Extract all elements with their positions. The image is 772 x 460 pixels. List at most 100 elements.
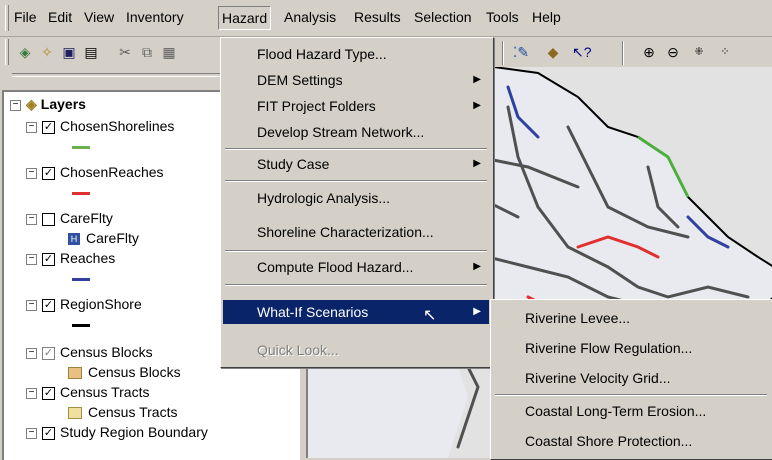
- submenu-item-riverine-velocity-grid[interactable]: Riverine Velocity Grid...: [493, 366, 769, 390]
- menu-file[interactable]: File: [14, 9, 37, 25]
- collapse-icon[interactable]: −: [26, 121, 37, 133]
- menu-edit[interactable]: Edit: [48, 9, 72, 25]
- layer-checkbox[interactable]: ✓: [42, 120, 55, 134]
- submenu-arrow-icon: ▶: [473, 74, 481, 85]
- collapse-icon[interactable]: −: [26, 167, 37, 179]
- collapse-icon[interactable]: −: [26, 347, 37, 359]
- menu-analysis[interactable]: Analysis: [284, 9, 336, 25]
- layer-label: Reaches: [60, 250, 116, 266]
- zoom-in-icon[interactable]: ⊕: [640, 43, 658, 61]
- menu-hazard[interactable]: Hazard: [218, 6, 272, 30]
- toolbar-separator: [622, 41, 624, 65]
- menu-separator: [225, 180, 487, 182]
- menu-item-study-case[interactable]: Study Case ▶: [223, 152, 489, 176]
- editor-icon[interactable]: ⁚✎: [512, 43, 530, 61]
- legend-line-red: [72, 192, 90, 195]
- layer-checkbox[interactable]: ✓: [42, 386, 55, 400]
- toc-root[interactable]: − ◈ Layers: [10, 96, 86, 114]
- collapse-icon[interactable]: −: [10, 99, 21, 111]
- layer-label: Census Tracts: [60, 384, 150, 400]
- layer-item[interactable]: − CareFlty: [26, 210, 113, 228]
- legend-line-black: [72, 324, 90, 327]
- layer-item[interactable]: − ✓ RegionShore: [26, 296, 142, 314]
- menu-bar: File Edit View Inventory Hazard Analysis…: [0, 0, 772, 37]
- copy-icon[interactable]: ⧉: [138, 43, 156, 61]
- layer-item[interactable]: − ✓ Census Tracts: [26, 384, 149, 402]
- submenu-item-riverine-levee[interactable]: Riverine Levee...: [493, 306, 769, 330]
- menu-inventory[interactable]: Inventory: [126, 9, 184, 25]
- submenu-arrow-icon: ▶: [473, 306, 481, 317]
- layer-label: RegionShore: [60, 296, 142, 312]
- hazard-menu: Flood Hazard Type... DEM Settings ▶ FIT P…: [220, 37, 494, 368]
- toolbar-separator: [502, 41, 504, 65]
- collapse-icon[interactable]: −: [26, 387, 37, 399]
- layer-checkbox[interactable]: ✓: [42, 298, 55, 312]
- fill-swatch-icon: [68, 367, 82, 380]
- menu-tools[interactable]: Tools: [486, 9, 519, 25]
- menu-item-label: What-If Scenarios: [257, 304, 369, 320]
- layer-label: Study Region Boundary: [60, 424, 208, 440]
- collapse-icon[interactable]: −: [26, 253, 37, 265]
- menu-item-flood-hazard-type[interactable]: Flood Hazard Type...: [223, 42, 489, 66]
- collapse-icon[interactable]: −: [26, 427, 37, 439]
- menu-results[interactable]: Results: [354, 9, 401, 25]
- menu-help[interactable]: Help: [532, 9, 561, 25]
- layer-item[interactable]: − ✓ ChosenShorelines: [26, 118, 174, 136]
- submenu-item-riverine-flow-regulation[interactable]: Riverine Flow Regulation...: [493, 336, 769, 360]
- layer-checkbox[interactable]: ✓: [42, 346, 55, 360]
- submenu-item-coastal-long-term-erosion[interactable]: Coastal Long-Term Erosion...: [493, 399, 769, 423]
- menu-item-dem-settings[interactable]: DEM Settings ▶: [223, 68, 489, 92]
- legend-item: H CareFlty: [68, 230, 139, 248]
- add-data-icon[interactable]: ◈: [16, 43, 34, 61]
- layer-checkbox[interactable]: ✓: [42, 252, 55, 266]
- collapse-icon[interactable]: −: [26, 213, 37, 225]
- menu-separator: [495, 394, 767, 396]
- legend-line-blue: [72, 278, 90, 281]
- submenu-item-label: Coastal Long-Term Erosion...: [525, 403, 707, 419]
- submenu-item-label: Riverine Levee...: [525, 310, 631, 326]
- fixed-zoom-in-icon[interactable]: ⁜: [690, 43, 708, 61]
- legend-line-green: [72, 146, 90, 149]
- layer-item[interactable]: − ✓ Census Blocks: [26, 344, 153, 362]
- menu-item-shoreline-characterization[interactable]: Shoreline Characterization...: [223, 220, 489, 244]
- menu-item-hydrologic-analysis[interactable]: Hydrologic Analysis...: [223, 186, 489, 210]
- layer-item[interactable]: − ✓ Reaches: [26, 250, 115, 268]
- menu-item-compute-flood-hazard[interactable]: Compute Flood Hazard... ▶: [223, 255, 489, 279]
- layer-checkbox[interactable]: [42, 212, 55, 226]
- submenu-arrow-icon: ▶: [473, 100, 481, 111]
- toolbar-grip[interactable]: [5, 39, 9, 65]
- toc-root-label: Layers: [40, 96, 86, 112]
- legend-label: Census Tracts: [88, 404, 178, 420]
- legend-label: Census Blocks: [88, 364, 181, 380]
- what-if-submenu: Riverine Levee... Riverine Flow Regulati…: [490, 299, 772, 460]
- menu-item-label: Compute Flood Hazard...: [257, 259, 414, 275]
- arctoolbox-icon[interactable]: ◆: [544, 43, 562, 61]
- fixed-zoom-out-icon[interactable]: ⁘: [716, 43, 734, 61]
- menu-view[interactable]: View: [84, 9, 114, 25]
- menu-selection[interactable]: Selection: [414, 9, 472, 25]
- save-icon[interactable]: ▣: [60, 43, 78, 61]
- menu-item-what-if-scenarios[interactable]: What-If Scenarios ↖ ▶: [223, 300, 489, 324]
- menu-item-label: Quick Look...: [257, 342, 339, 358]
- layer-checkbox[interactable]: ✓: [42, 426, 55, 440]
- whats-this-icon[interactable]: ↖?: [572, 43, 592, 61]
- layer-checkbox[interactable]: ✓: [42, 166, 55, 180]
- menu-item-label: Flood Hazard Type...: [257, 46, 387, 62]
- menu-item-fit-project-folders[interactable]: FIT Project Folders ▶: [223, 94, 489, 118]
- menubar-grip[interactable]: [5, 5, 9, 31]
- menu-item-label: DEM Settings: [257, 72, 343, 88]
- layer-item[interactable]: − ✓ ChosenReaches: [26, 164, 164, 182]
- submenu-item-coastal-shore-protection[interactable]: Coastal Shore Protection...: [493, 429, 769, 453]
- cut-icon[interactable]: ✂: [116, 43, 134, 61]
- menu-item-develop-stream-network[interactable]: Develop Stream Network...: [223, 120, 489, 144]
- collapse-icon[interactable]: −: [26, 299, 37, 311]
- mouse-cursor-icon: ↖: [423, 307, 437, 324]
- wand-icon[interactable]: ✧: [38, 43, 56, 61]
- zoom-out-icon[interactable]: ⊖: [664, 43, 682, 61]
- legend-item: Census Tracts: [68, 404, 177, 422]
- print-icon[interactable]: ▤: [82, 43, 100, 61]
- menu-separator: [225, 250, 487, 252]
- menu-item-quick-look: Quick Look...: [223, 338, 489, 362]
- layer-item[interactable]: − ✓ Study Region Boundary: [26, 424, 208, 442]
- paste-icon[interactable]: ▦: [160, 43, 178, 61]
